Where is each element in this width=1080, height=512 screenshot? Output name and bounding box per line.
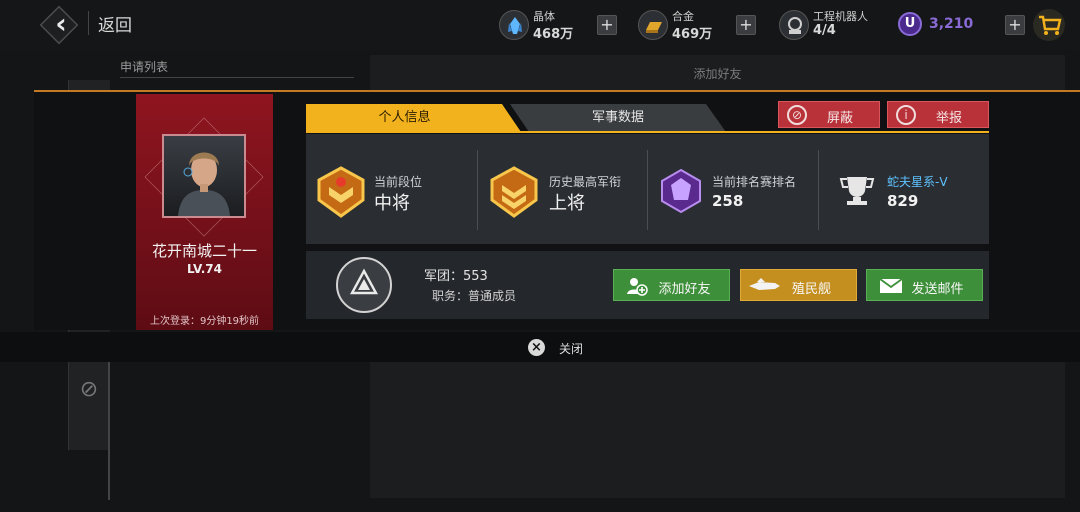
player-name: 花开南城二十一 xyxy=(151,242,257,260)
resource-value: 468万 xyxy=(533,27,574,42)
player-level: LV.74 xyxy=(187,262,222,276)
last-login: 上次登录：9分钟19秒前 xyxy=(149,316,260,327)
block-button[interactable]: ⊘ 屏蔽 xyxy=(778,101,880,128)
background-panel xyxy=(370,360,1065,498)
robot-icon xyxy=(779,10,809,40)
divider xyxy=(818,150,819,230)
legion-role: 职务：普通成员 xyxy=(432,289,517,303)
send-mail-label: 发送邮件 xyxy=(911,282,964,297)
avatar xyxy=(162,134,246,218)
crystal-icon xyxy=(499,10,529,40)
highest-rank-badge-icon xyxy=(487,165,541,219)
ladder-rank-value: 258 xyxy=(712,192,744,210)
currency-value: 3,210 xyxy=(929,16,974,32)
galaxy-rank-value: 829 xyxy=(887,192,919,210)
add-friend-panel-title: 添加好友 xyxy=(370,55,1065,91)
resource-alloy: 合金 469万 xyxy=(638,8,733,42)
resource-name: 工程机器人 xyxy=(813,10,868,23)
close-label[interactable]: 关闭 xyxy=(559,340,583,357)
alloy-icon xyxy=(638,10,668,40)
add-crystal-button[interactable]: + xyxy=(597,15,617,35)
current-rank-value: 中将 xyxy=(374,193,410,214)
legion-emblem-icon xyxy=(349,268,379,298)
resource-value: 469万 xyxy=(672,27,713,42)
resource-value: 4/4 xyxy=(813,23,836,38)
ladder-crystal-icon xyxy=(657,167,705,215)
back-label[interactable]: 返回 xyxy=(98,11,132,36)
highest-title-label: 历史最高军衔 xyxy=(549,175,622,189)
close-icon[interactable]: × xyxy=(528,339,545,356)
divider xyxy=(108,360,110,500)
resource-crystal: 晶体 468万 xyxy=(499,8,594,42)
highest-title-value: 上将 xyxy=(549,193,585,214)
divider xyxy=(647,150,648,230)
divider xyxy=(88,11,89,35)
u-coin-icon: U xyxy=(898,12,922,36)
legion-name: 军团：553 xyxy=(424,269,488,284)
chevron-left-icon[interactable]: ‹ xyxy=(46,10,76,40)
resource-name: 合金 xyxy=(672,10,694,23)
send-mail-button[interactable]: 发送邮件 xyxy=(866,269,983,301)
apply-list-tab[interactable]: 申请列表 xyxy=(120,58,354,78)
report-button[interactable]: i 举报 xyxy=(887,101,989,128)
tab-underline xyxy=(306,131,989,133)
resource-robot: 工程机器人 4/4 xyxy=(779,8,889,42)
add-friend-button[interactable]: 添加好友 xyxy=(613,269,730,301)
tab-personal-info[interactable]: 个人信息 xyxy=(306,104,521,132)
add-friend-label: 添加好友 xyxy=(658,282,711,297)
resource-name: 晶体 xyxy=(533,10,555,23)
rank-badge-icon xyxy=(314,165,368,219)
colony-ship-label: 殖民舰 xyxy=(791,282,831,297)
colony-ship-button[interactable]: 殖民舰 xyxy=(740,269,857,301)
current-rank-label: 当前段位 xyxy=(374,175,423,189)
galaxy-label: 蛇夫星系-V xyxy=(887,175,948,189)
divider xyxy=(477,150,478,230)
add-alloy-button[interactable]: + xyxy=(736,15,756,35)
blocked-user-icon[interactable]: ⊘ xyxy=(74,375,104,405)
ladder-rank-label: 当前排名赛排名 xyxy=(712,175,797,189)
tab-military-data[interactable]: 军事数据 xyxy=(510,104,726,132)
block-label: 屏蔽 xyxy=(826,111,853,126)
cart-icon[interactable] xyxy=(1033,9,1065,41)
report-label: 举报 xyxy=(935,111,962,126)
add-currency-button[interactable]: + xyxy=(1005,15,1025,35)
trophy-icon xyxy=(838,173,876,209)
